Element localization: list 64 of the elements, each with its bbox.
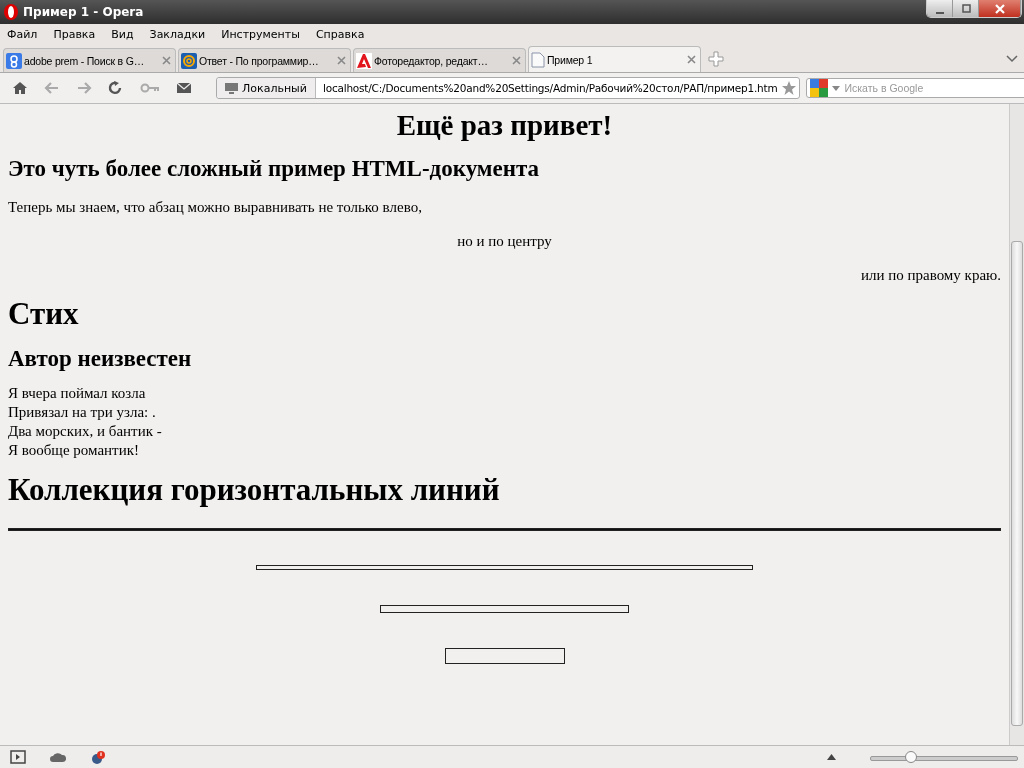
- section-heading: Стих: [8, 296, 80, 332]
- browser-tab[interactable]: Фоторедактор, редакт…: [353, 48, 526, 72]
- menu-item[interactable]: Вид: [111, 27, 134, 41]
- up-triangle-icon[interactable]: [827, 754, 836, 760]
- back-arrow-icon[interactable]: [44, 81, 60, 95]
- poem-line: Я вообще романтик!: [8, 441, 140, 460]
- tab-title: adobe prem - Поиск в G…: [24, 54, 145, 67]
- site-info-button[interactable]: Локальный: [217, 78, 316, 98]
- close-button[interactable]: [979, 0, 1021, 17]
- poem-line: Привязал на три узла: .: [8, 403, 157, 422]
- address-bar[interactable]: Локальный localhost/C:/Documents%20and%20Settings/Admin/Рабочий%20стол/РАП/пример1.htm: [216, 77, 800, 99]
- opera-logo-icon: [3, 3, 19, 21]
- address-text: localhost/C:/Documents%20and%20Settings/Admin/Рабочий%20стол/РАП/пример1.htm: [321, 82, 778, 94]
- reload-icon[interactable]: [108, 81, 124, 95]
- alert-badge-icon[interactable]: [90, 750, 106, 764]
- panel-toggle-icon[interactable]: [10, 750, 26, 764]
- paragraph: но и по центру: [456, 233, 553, 250]
- tab-title: Фоторедактор, редакт…: [374, 54, 489, 67]
- document-icon: [531, 51, 545, 68]
- restore-button[interactable]: [953, 0, 979, 17]
- monitor-icon: [225, 82, 238, 94]
- browser-tab[interactable]: adobe prem - Поиск в G…: [3, 48, 176, 72]
- google-logo-icon: [809, 79, 828, 97]
- close-icon[interactable]: [512, 56, 521, 65]
- minimize-icon: [935, 11, 944, 14]
- window-title: Пример 1 - Opera: [23, 5, 144, 19]
- subheading: Автор неизвестен: [8, 346, 193, 372]
- adobe-a-icon: [356, 52, 372, 69]
- menu-item[interactable]: Закладки: [149, 27, 206, 41]
- browser-tab[interactable]: Пример 1: [528, 46, 701, 72]
- chevron-down-icon[interactable]: [1006, 55, 1018, 63]
- menu-item[interactable]: Файл: [7, 27, 38, 41]
- browser-tab[interactable]: Ответ - По программир…: [178, 48, 351, 72]
- tab-title: Ответ - По программир…: [199, 54, 320, 67]
- zoom-slider[interactable]: [870, 750, 1018, 764]
- menu-item[interactable]: Правка: [53, 27, 96, 41]
- paragraph: или по правому краю.: [859, 267, 1001, 284]
- restore-icon: [959, 3, 972, 14]
- poem-line: Два морских, и бантик -: [8, 422, 163, 441]
- scrollbar[interactable]: [1009, 104, 1024, 745]
- zoom-slider-thumb[interactable]: [905, 751, 918, 763]
- home-icon[interactable]: [12, 81, 28, 95]
- key-icon[interactable]: [140, 81, 160, 95]
- paragraph: Теперь мы знаем, что абзац можно выравнивать не только влево,: [8, 199, 423, 216]
- section-heading: Коллекция горизонтальных линий: [8, 472, 501, 508]
- close-icon: [992, 2, 1007, 15]
- menu-item[interactable]: Инструменты: [221, 27, 300, 41]
- dropdown-caret-icon[interactable]: [831, 86, 840, 91]
- scrollbar-thumb[interactable]: [1011, 241, 1023, 726]
- envelope-icon[interactable]: [176, 82, 192, 94]
- menu-item[interactable]: Справка: [315, 27, 365, 41]
- new-tab-plus-icon[interactable]: [708, 51, 724, 67]
- forward-arrow-icon[interactable]: [76, 81, 92, 95]
- tab-title: Пример 1: [547, 53, 594, 66]
- cloud-icon[interactable]: [50, 752, 66, 762]
- subheading: Это чуть более сложный пример HTML-документа: [8, 156, 541, 182]
- page-heading: Ещё раз привет!: [395, 109, 614, 142]
- poem-line: Я вчера поймал козла: [8, 384, 147, 403]
- close-icon[interactable]: [337, 56, 346, 65]
- star-icon[interactable]: [780, 80, 797, 96]
- search-field[interactable]: Искать в Google: [805, 78, 1024, 98]
- close-icon[interactable]: [162, 56, 171, 65]
- close-icon[interactable]: [687, 55, 696, 64]
- minimize-button[interactable]: [927, 0, 953, 17]
